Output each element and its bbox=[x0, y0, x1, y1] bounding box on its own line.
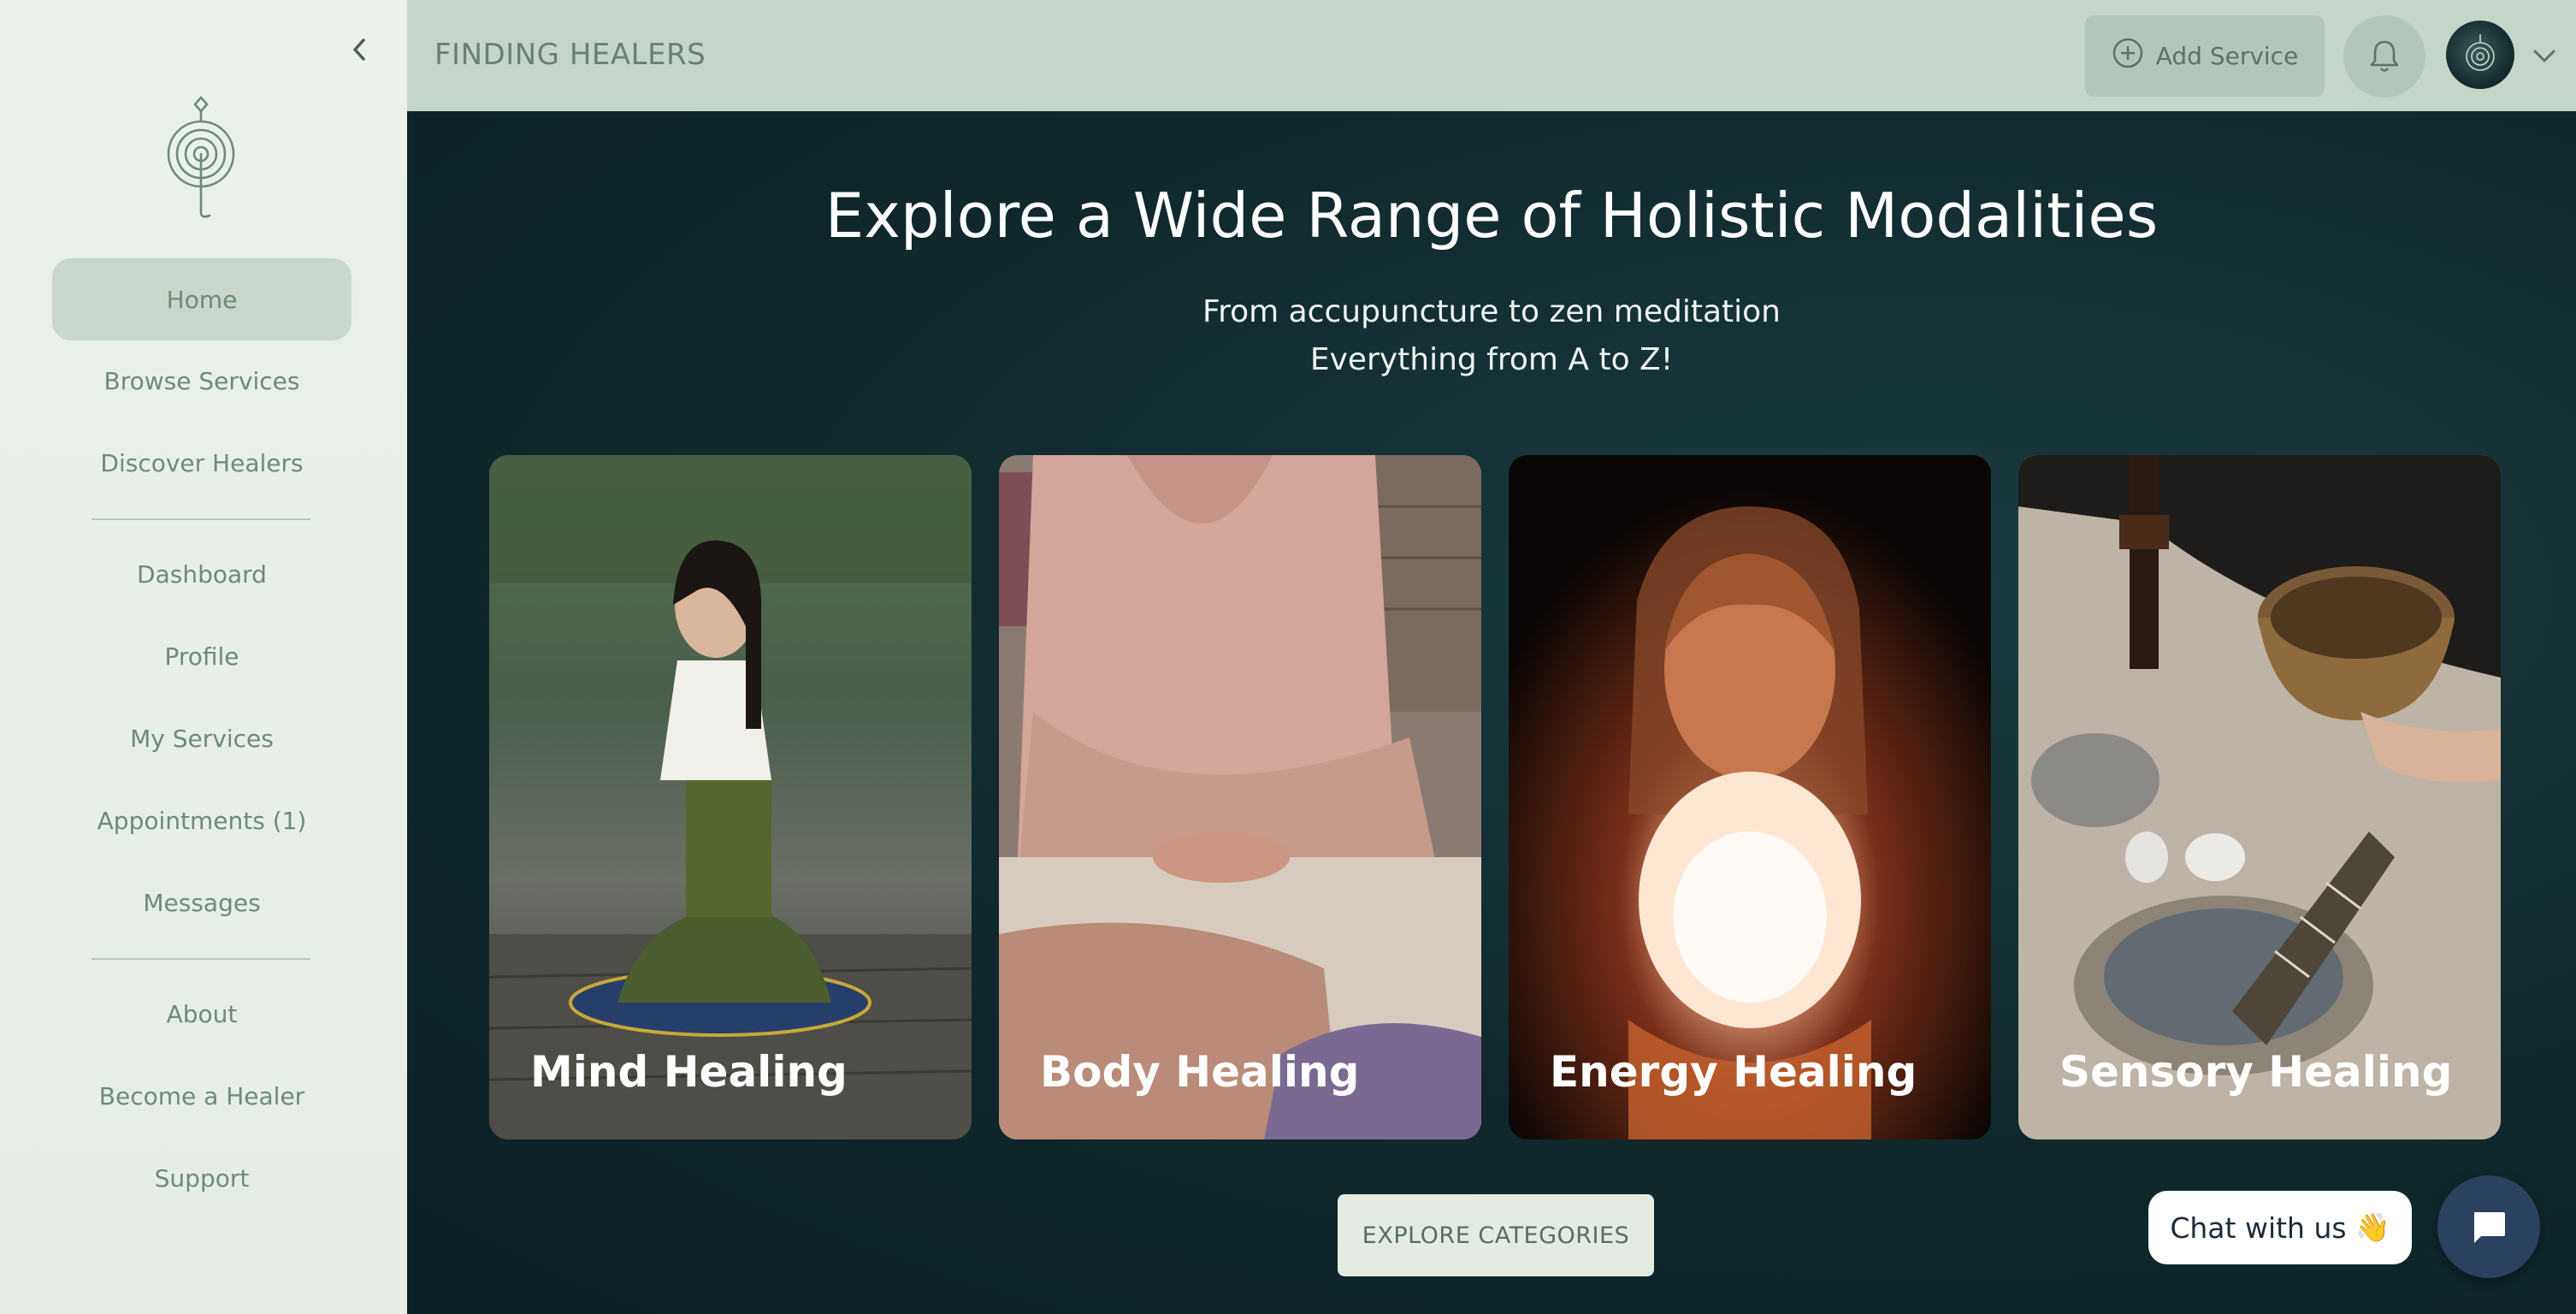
sidebar: Home Browse Services Discover Healers Da… bbox=[0, 0, 407, 1314]
sidebar-item-appointments[interactable]: Appointments (1) bbox=[52, 779, 352, 861]
meditation-image bbox=[489, 455, 972, 1139]
add-service-label: Add Service bbox=[2155, 42, 2299, 70]
sidebar-item-discover-healers[interactable]: Discover Healers bbox=[52, 422, 352, 504]
hero-subtitle-line1: From accupuncture to zen meditation bbox=[1202, 294, 1781, 329]
card-label: Body Healing bbox=[1040, 1047, 1360, 1097]
sidebar-item-support[interactable]: Support bbox=[52, 1137, 352, 1219]
sidebar-item-dashboard[interactable]: Dashboard bbox=[52, 533, 352, 615]
sidebar-divider bbox=[92, 958, 310, 960]
main-content: Explore a Wide Range of Holistic Modalit… bbox=[407, 111, 2576, 1314]
category-card-mind-healing[interactable]: Mind Healing bbox=[489, 455, 972, 1139]
explore-categories-button[interactable]: EXPLORE CATEGORIES bbox=[1338, 1194, 1654, 1276]
sidebar-item-home[interactable]: Home bbox=[52, 258, 352, 340]
bell-icon[interactable] bbox=[2343, 15, 2425, 98]
category-card-energy-healing[interactable]: Energy Healing bbox=[1509, 455, 1991, 1139]
sidebar-item-become-a-healer[interactable]: Become a Healer bbox=[52, 1055, 352, 1137]
plus-circle-icon bbox=[2112, 37, 2144, 75]
chat-bubble-label: Chat with us bbox=[2170, 1210, 2347, 1245]
topbar: FINDING HEALERS Add Service bbox=[407, 0, 2576, 111]
chevron-left-icon[interactable] bbox=[342, 33, 376, 67]
card-label: Energy Healing bbox=[1550, 1047, 1917, 1097]
card-label: Sensory Healing bbox=[2059, 1047, 2453, 1097]
sidebar-item-browse-services[interactable]: Browse Services bbox=[52, 340, 352, 422]
sidebar-divider bbox=[92, 518, 310, 520]
chat-with-us-bubble[interactable]: Chat with us 👋 bbox=[2148, 1191, 2412, 1264]
avatar[interactable] bbox=[2446, 21, 2514, 89]
sidebar-item-profile[interactable]: Profile bbox=[52, 615, 352, 697]
massage-image bbox=[999, 455, 1481, 1139]
spiral-logo-icon[interactable] bbox=[162, 94, 239, 222]
sidebar-item-about[interactable]: About bbox=[52, 973, 352, 1055]
brand-title[interactable]: FINDING HEALERS bbox=[434, 38, 706, 72]
sidebar-item-messages[interactable]: Messages bbox=[52, 861, 352, 944]
category-card-sensory-healing[interactable]: Sensory Healing bbox=[2018, 455, 2501, 1139]
waving-hand-icon: 👋 bbox=[2354, 1210, 2390, 1244]
chat-icon[interactable] bbox=[2437, 1175, 2540, 1278]
hero-subtitle-line2: Everything from A to Z! bbox=[1309, 342, 1674, 377]
card-label: Mind Healing bbox=[530, 1047, 848, 1097]
chevron-down-icon[interactable] bbox=[2530, 43, 2559, 68]
add-service-button[interactable]: Add Service bbox=[2085, 15, 2325, 97]
sidebar-item-my-services[interactable]: My Services bbox=[52, 697, 352, 779]
salt-lamp-image bbox=[1509, 455, 1991, 1139]
singing-bowl-image bbox=[2018, 455, 2501, 1139]
category-card-body-healing[interactable]: Body Healing bbox=[999, 455, 1481, 1139]
hero-title: Explore a Wide Range of Holistic Modalit… bbox=[824, 180, 2159, 252]
